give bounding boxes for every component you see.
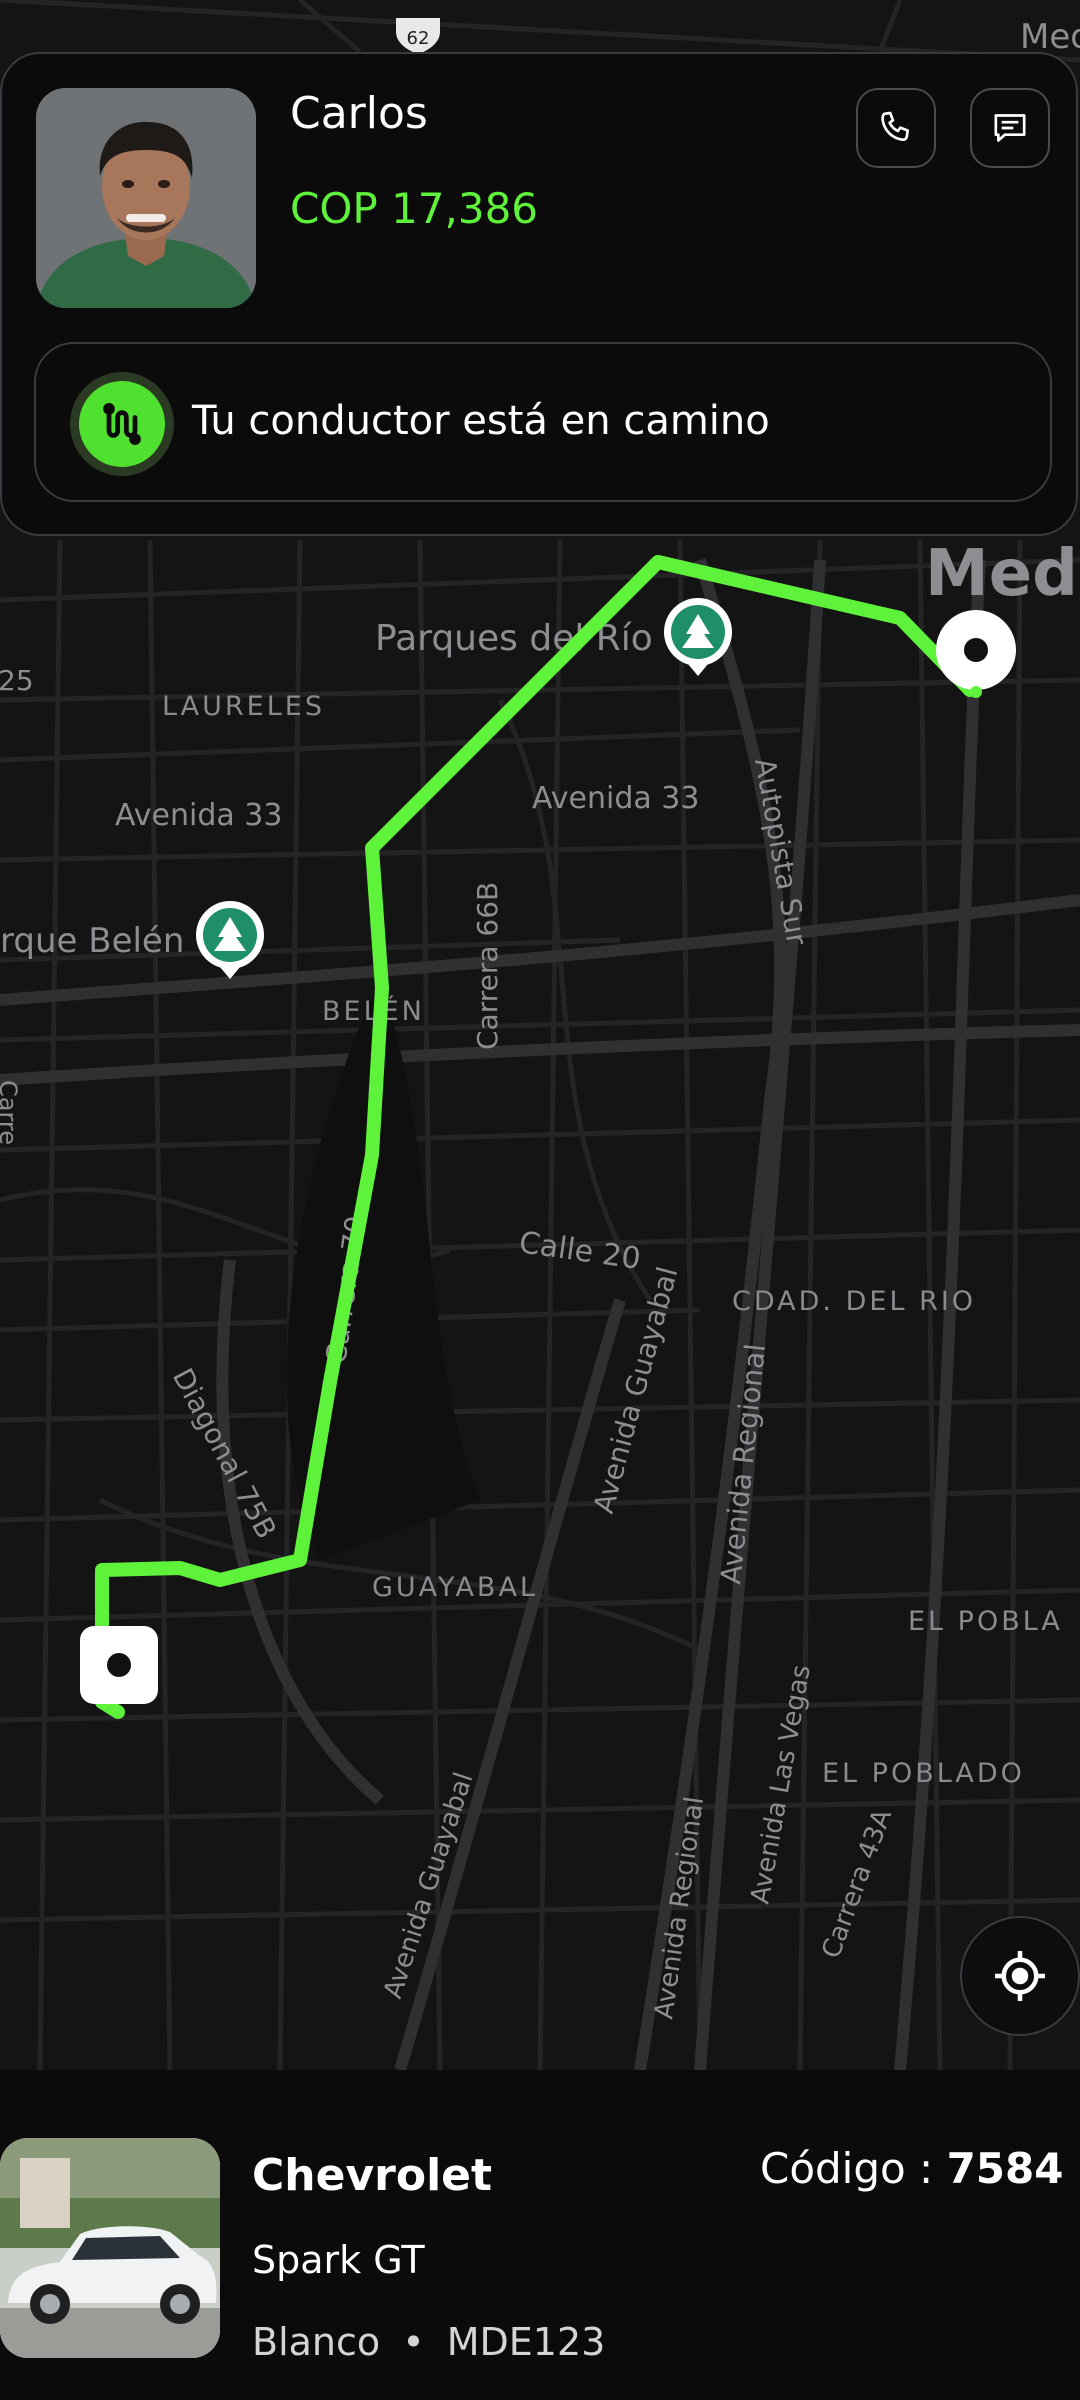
vehicle-info-sheet: Chevrolet Spark GT Blanco • MDE123 Códig…	[0, 2070, 1080, 2400]
driver-name: Carlos	[290, 88, 428, 139]
trip-code-value: 7584	[946, 2144, 1064, 2193]
driver-status-bar: Tu conductor está en camino	[34, 342, 1052, 502]
trip-price: COP 17,386	[290, 184, 539, 233]
svg-text:Carrera 66B: Carrera 66B	[471, 882, 504, 1050]
vehicle-plate: MDE123	[446, 2320, 606, 2364]
svg-text:LAURELES: LAURELES	[162, 691, 325, 722]
ride-tracking-screen: 62 Med Mede Parques del Río LAURELES Ave…	[0, 0, 1080, 2400]
vehicle-model: Spark GT	[252, 2238, 425, 2282]
svg-text:CDAD. DEL RIO: CDAD. DEL RIO	[732, 1286, 976, 1317]
svg-text:Parques del Río: Parques del Río	[375, 618, 653, 659]
svg-text:62: 62	[407, 28, 430, 49]
status-icon-ring	[70, 372, 174, 476]
message-icon	[994, 114, 1026, 142]
origin-pin[interactable]	[80, 1626, 158, 1704]
trip-code: Código : 7584	[760, 2144, 1063, 2193]
svg-text:Carre: Carre	[0, 1080, 22, 1145]
svg-text:Avenida 33: Avenida 33	[532, 781, 699, 816]
status-text: Tu conductor está en camino	[192, 398, 770, 444]
vehicle-brand: Chevrolet	[252, 2150, 493, 2201]
svg-text:EL POBLA: EL POBLA	[908, 1606, 1063, 1637]
message-button[interactable]	[970, 88, 1050, 168]
svg-text:Med: Med	[1020, 17, 1080, 57]
svg-text:25: 25	[0, 664, 34, 697]
phone-icon	[881, 111, 909, 142]
city-label: Mede	[925, 537, 1080, 611]
svg-text:EL POBLADO: EL POBLADO	[822, 1758, 1025, 1789]
vehicle-color: Blanco	[252, 2320, 381, 2364]
route-icon	[79, 381, 165, 467]
driver-card: Carlos COP 17,386 Tu conductor está en c…	[0, 52, 1078, 536]
svg-text:Avenida 33: Avenida 33	[115, 798, 282, 833]
vehicle-details: Blanco • MDE123	[252, 2320, 605, 2364]
trip-code-label: Código :	[760, 2144, 934, 2193]
recenter-button[interactable]	[960, 1916, 1080, 2036]
separator-dot: •	[402, 2320, 425, 2364]
svg-text:GUAYABAL: GUAYABAL	[372, 1572, 538, 1603]
driver-photo[interactable]	[36, 88, 256, 308]
call-button[interactable]	[856, 88, 936, 168]
car-photo	[0, 2138, 220, 2358]
crosshair-icon	[995, 1951, 1045, 2001]
svg-text:rque Belén: rque Belén	[0, 921, 184, 961]
